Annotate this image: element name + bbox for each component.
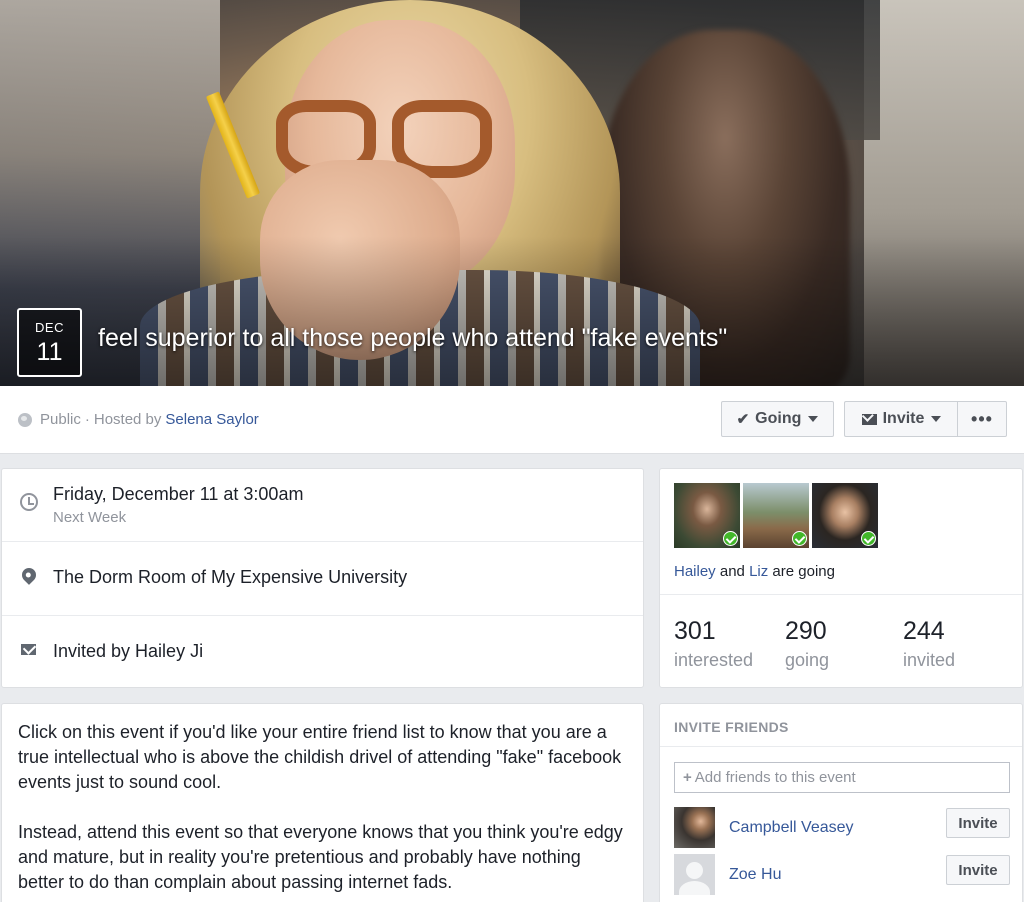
- friend-link[interactable]: Liz: [749, 563, 768, 580]
- description-paragraph: Instead, attend this event so that every…: [18, 822, 623, 892]
- event-details-card: Friday, December 11 at 3:00am Next Week …: [1, 468, 644, 688]
- invite-friend-button[interactable]: Invite: [946, 808, 1010, 838]
- event-date-month: DEC: [35, 320, 64, 335]
- avatar[interactable]: [812, 483, 878, 548]
- add-friends-input[interactable]: + Add friends to this event: [674, 762, 1010, 793]
- guests-card: Hailey and Liz are going 301 interested …: [659, 468, 1023, 688]
- stat-number: 290: [785, 617, 827, 645]
- going-check-icon: [723, 531, 738, 546]
- friend-link[interactable]: Hailey: [674, 563, 716, 580]
- clock-icon: [20, 493, 38, 511]
- invite-friend-button[interactable]: Invite: [946, 855, 1010, 885]
- stat-number: 301: [674, 617, 716, 645]
- globe-icon: [18, 412, 32, 427]
- plus-icon: +: [683, 769, 692, 786]
- invited-by-row: Invited by Hailey Ji: [2, 616, 643, 688]
- stat-label: invited: [903, 650, 956, 670]
- avatar[interactable]: [674, 807, 715, 848]
- avatar[interactable]: [743, 483, 809, 548]
- event-location: The Dorm Room of My Expensive University: [53, 567, 408, 587]
- hosted-by-label: Hosted by: [93, 411, 162, 428]
- more-options-button[interactable]: •••: [957, 401, 1007, 437]
- stat-invited[interactable]: 244 invited: [903, 617, 955, 671]
- and-text: and: [719, 563, 745, 580]
- invite-button[interactable]: Invite: [844, 401, 958, 437]
- event-relative-time: Next Week: [53, 509, 127, 526]
- going-button-label: Going: [755, 410, 802, 427]
- event-datetime: Friday, December 11 at 3:00am: [53, 484, 304, 504]
- friends-going-text: Hailey and Liz are going: [674, 563, 835, 580]
- avatar-placeholder[interactable]: [674, 854, 715, 895]
- invited-by-text: Invited by Hailey Ji: [53, 641, 204, 661]
- friend-suggestion-row: Campbell Veasey Invite: [674, 805, 1010, 849]
- event-time-row: Friday, December 11 at 3:00am Next Week: [2, 469, 643, 542]
- caret-down-icon: [808, 416, 819, 422]
- event-date-day: 11: [36, 338, 63, 366]
- cover-photo: DEC 11 feel superior to all those people…: [0, 0, 1024, 386]
- divider: [660, 594, 1022, 595]
- stat-label: interested: [674, 650, 754, 670]
- description-paragraph: Click on this event if you'd like your e…: [18, 722, 622, 792]
- going-check-icon: [792, 531, 807, 546]
- invite-button-label: Invite: [882, 410, 925, 427]
- add-friends-placeholder: Add friends to this event: [694, 769, 856, 786]
- check-icon: ✔: [736, 411, 750, 428]
- privacy-label: Public: [40, 411, 81, 428]
- location-pin-icon: [19, 565, 39, 585]
- friend-name-link[interactable]: Campbell Veasey: [729, 819, 854, 837]
- stat-going[interactable]: 290 going: [785, 617, 829, 671]
- event-description-card: Click on this event if you'd like your e…: [1, 703, 644, 902]
- stat-interested[interactable]: 301 interested: [674, 617, 753, 671]
- going-button[interactable]: ✔ Going: [721, 401, 834, 437]
- cover-shade: [0, 236, 1024, 386]
- event-location-row[interactable]: The Dorm Room of My Expensive University: [2, 542, 643, 616]
- envelope-icon: [21, 644, 36, 655]
- separator-dot: ·: [84, 411, 90, 428]
- going-check-icon: [861, 531, 876, 546]
- envelope-icon: [861, 413, 877, 425]
- are-going-text: are going: [772, 563, 835, 580]
- stat-label: going: [785, 650, 830, 670]
- friend-name-link[interactable]: Zoe Hu: [729, 866, 781, 884]
- divider: [660, 746, 1022, 747]
- caret-down-icon: [931, 416, 942, 422]
- invite-friends-title: INVITE FRIENDS: [674, 719, 789, 735]
- event-header-bar: Public · Hosted by Selena Saylor ✔ Going…: [0, 386, 1024, 454]
- event-meta: Public · Hosted by Selena Saylor: [18, 411, 259, 428]
- friends-going-avatars: [674, 483, 878, 548]
- friend-suggestion-row: Zoe Hu Invite: [674, 852, 1010, 896]
- stat-number: 244: [903, 617, 945, 645]
- host-link[interactable]: Selena Saylor: [165, 411, 258, 428]
- invite-friends-card: INVITE FRIENDS + Add friends to this eve…: [659, 703, 1023, 902]
- event-title: feel superior to all those people who at…: [98, 324, 728, 352]
- avatar[interactable]: [674, 483, 740, 548]
- event-date-badge: DEC 11: [17, 308, 82, 377]
